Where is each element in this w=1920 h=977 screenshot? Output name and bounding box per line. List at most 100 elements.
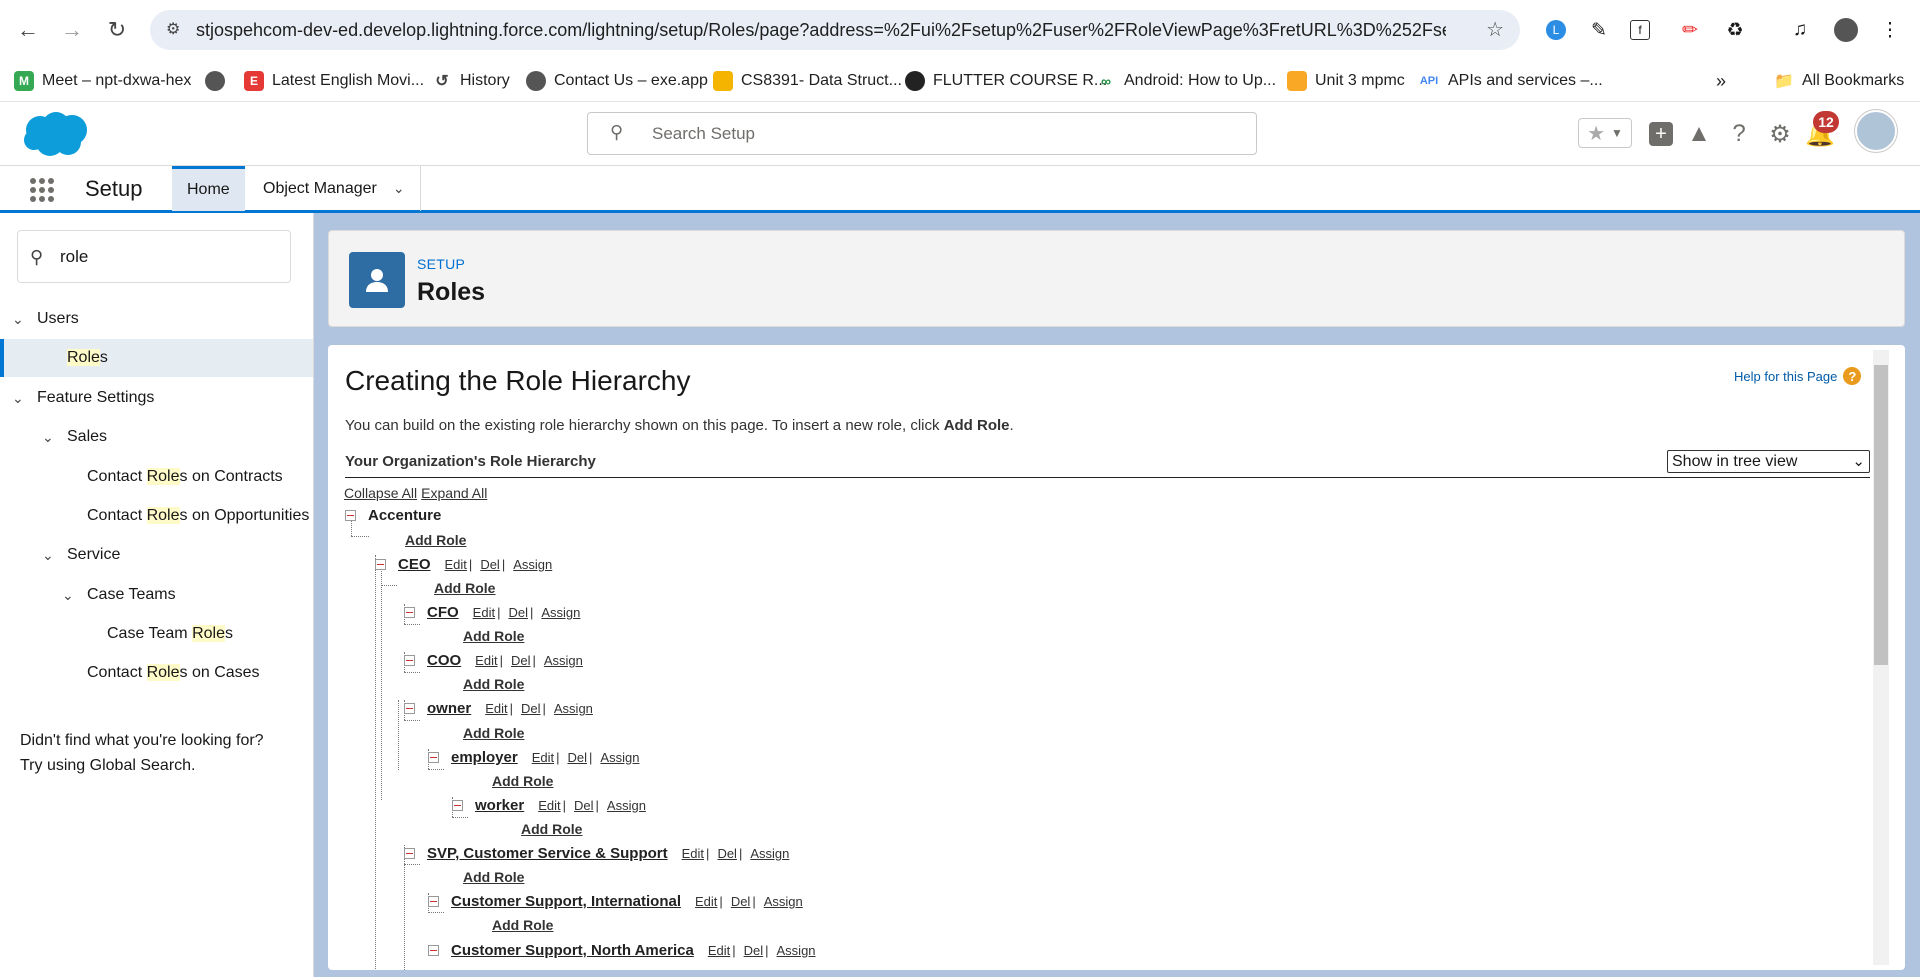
quick-find-input[interactable]: ⚲ role (17, 230, 291, 283)
add-role-link[interactable]: Add Role (521, 821, 582, 837)
tree-users[interactable]: ⌄ Users (0, 300, 313, 338)
assign-link[interactable]: Assign (777, 943, 816, 958)
role-link[interactable]: Customer Support, International (451, 893, 681, 910)
tab-object-manager[interactable]: Object Manager ⌄ (248, 166, 421, 211)
add-role-link[interactable]: Add Role (434, 580, 495, 596)
global-actions-plus-icon[interactable]: + (1645, 118, 1677, 150)
add-role-link[interactable]: Add Role (405, 532, 466, 548)
delete-link[interactable]: Del (568, 750, 588, 765)
site-info-icon[interactable]: ⚙ (166, 19, 180, 39)
collapse-toggle-icon[interactable] (428, 945, 439, 956)
salesforce-cloud-logo[interactable] (20, 108, 92, 160)
more-bookmarks-icon[interactable]: » (1716, 68, 1726, 94)
app-launcher-icon[interactable] (30, 178, 54, 202)
tree-contact-roles-contracts[interactable]: Contact Roles on Contracts (0, 458, 313, 496)
delete-link[interactable]: Del (574, 798, 594, 813)
bookmark-meet[interactable]: M Meet – npt-dxwa-hex (14, 68, 191, 94)
delete-link[interactable]: Del (744, 943, 764, 958)
help-icon[interactable]: ? (1723, 118, 1755, 150)
bookmark-history[interactable]: ↺ History (432, 68, 509, 94)
bookmark-star-icon[interactable]: ☆ (1486, 17, 1504, 42)
collapse-toggle-icon[interactable] (428, 896, 439, 907)
menu-icon[interactable]: ⋮ (1874, 14, 1906, 46)
role-link[interactable]: employer (451, 749, 518, 766)
edit-link[interactable]: Edit (708, 943, 730, 958)
edit-link[interactable]: Edit (695, 894, 717, 909)
delete-link[interactable]: Del (717, 846, 737, 861)
chevron-down-icon[interactable]: ⌄ (12, 311, 24, 328)
role-link[interactable]: owner (427, 700, 471, 717)
tab-home[interactable]: Home (172, 166, 245, 211)
add-role-link[interactable]: Add Role (492, 773, 553, 789)
collapse-all-link[interactable]: Collapse All (344, 485, 417, 501)
collapse-toggle-icon[interactable] (345, 510, 356, 521)
edit-link[interactable]: Edit (682, 846, 704, 861)
add-role-link[interactable]: Add Role (463, 628, 524, 644)
edit-link[interactable]: Edit (532, 750, 554, 765)
assign-link[interactable]: Assign (750, 846, 789, 861)
all-bookmarks[interactable]: 📁 All Bookmarks (1774, 68, 1904, 94)
eyedropper-icon[interactable]: ✎ (1583, 14, 1615, 46)
scrollbar-thumb[interactable] (1874, 365, 1888, 665)
chevron-down-icon[interactable]: ⌄ (393, 180, 405, 197)
edit-link[interactable]: Edit (485, 701, 507, 716)
delete-link[interactable]: Del (731, 894, 751, 909)
setup-search-input[interactable]: ⚲ Search Setup (587, 112, 1257, 155)
chevron-down-icon[interactable]: ⌄ (42, 429, 54, 446)
favorites-star-icon[interactable]: ★ ▼ (1578, 118, 1632, 148)
collapse-toggle-icon[interactable] (404, 655, 415, 666)
assign-link[interactable]: Assign (600, 750, 639, 765)
profile-avatar-icon[interactable] (1830, 14, 1862, 46)
tree-feature-settings[interactable]: ⌄ Feature Settings (0, 379, 313, 417)
tree-contact-roles-opportunities[interactable]: Contact Roles on Opportunities (0, 497, 313, 535)
assign-link[interactable]: Assign (544, 653, 583, 668)
extension-f-icon[interactable]: f (1624, 14, 1656, 46)
collapse-toggle-icon[interactable] (452, 800, 463, 811)
extension-l-icon[interactable]: L (1540, 14, 1572, 46)
collapse-toggle-icon[interactable] (404, 607, 415, 618)
bookmark-apis[interactable]: API APIs and services –... (1418, 68, 1603, 94)
tree-service[interactable]: ⌄ Service (0, 536, 313, 574)
setup-gear-icon[interactable]: ⚙ (1764, 118, 1796, 150)
expand-all-link[interactable]: Expand All (421, 485, 487, 501)
view-mode-select[interactable]: Show in tree view ⌄ (1667, 450, 1870, 473)
bookmark-contact[interactable]: Contact Us – exe.app (526, 68, 708, 94)
role-link[interactable]: COO (427, 652, 461, 669)
collapse-toggle-icon[interactable] (375, 559, 386, 570)
bookmark-flutter[interactable]: FLUTTER COURSE R... (905, 68, 1107, 94)
trailhead-icon[interactable]: ▲ (1683, 118, 1715, 150)
add-role-link[interactable]: Add Role (463, 869, 524, 885)
delete-link[interactable]: Del (511, 653, 531, 668)
role-link[interactable]: Customer Support, North America (451, 942, 694, 959)
role-link[interactable]: CEO (398, 556, 431, 573)
panel-scrollbar[interactable] (1873, 350, 1889, 965)
collapse-toggle-icon[interactable] (428, 752, 439, 763)
add-role-link[interactable]: Add Role (463, 725, 524, 741)
assign-link[interactable]: Assign (764, 894, 803, 909)
role-link[interactable]: worker (475, 797, 524, 814)
bookmark-cs8391[interactable]: CS8391- Data Struct... (713, 68, 902, 94)
edit-link[interactable]: Edit (538, 798, 560, 813)
tree-contact-roles-cases[interactable]: Contact Roles on Cases (0, 654, 313, 692)
assign-link[interactable]: Assign (541, 605, 580, 620)
collapse-toggle-icon[interactable] (404, 848, 415, 859)
role-link[interactable]: CFO (427, 604, 459, 621)
chevron-down-icon[interactable]: ⌄ (42, 547, 54, 564)
add-role-link[interactable]: Add Role (492, 917, 553, 933)
assign-link[interactable]: Assign (607, 798, 646, 813)
bookmark-globe[interactable] (205, 68, 233, 94)
role-link[interactable]: SVP, Customer Service & Support (427, 845, 668, 862)
edit-link[interactable]: Edit (475, 653, 497, 668)
edit-link[interactable]: Edit (445, 557, 467, 572)
tree-sales[interactable]: ⌄ Sales (0, 418, 313, 456)
pen-icon[interactable]: ✏ (1674, 14, 1706, 46)
tree-case-teams[interactable]: ⌄ Case Teams (0, 576, 313, 614)
delete-link[interactable]: Del (508, 605, 528, 620)
extensions-icon[interactable]: ♻ (1719, 14, 1751, 46)
chevron-down-icon[interactable]: ⌄ (12, 390, 24, 407)
assign-link[interactable]: Assign (554, 701, 593, 716)
chevron-down-icon[interactable]: ⌄ (62, 587, 74, 604)
collapse-toggle-icon[interactable] (404, 703, 415, 714)
media-icon[interactable]: ♫ (1784, 14, 1816, 46)
delete-link[interactable]: Del (521, 701, 541, 716)
